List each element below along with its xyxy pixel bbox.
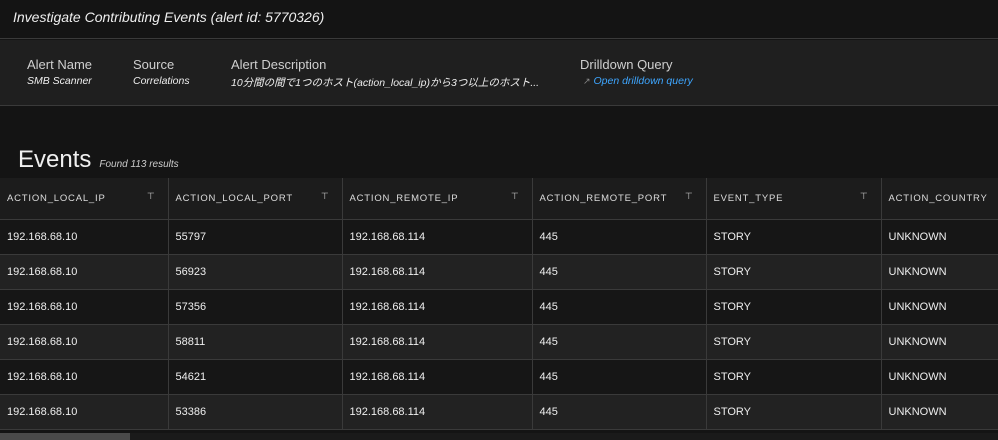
table-cell: UNKNOWN	[881, 394, 998, 430]
alert-name-value: SMB Scanner	[27, 75, 92, 87]
filter-icon[interactable]: ⊤	[321, 191, 330, 202]
external-link-icon: ↗	[583, 76, 591, 86]
table-cell: 445	[532, 394, 707, 430]
filter-icon[interactable]: ⊤	[860, 191, 869, 202]
column-header[interactable]: ACTION_LOCAL_IP ⊤	[0, 178, 169, 220]
alert-info-panel: Alert Name SMB Scanner Source Correlatio…	[0, 40, 998, 106]
table-cell: 192.168.68.10	[0, 394, 169, 430]
table-row[interactable]: 192.168.68.10 57356 192.168.68.114 445 STORY…	[0, 289, 998, 325]
column-header-label: ACTION_COUNTRY	[888, 192, 988, 204]
events-header: Events Found 113 results	[18, 146, 179, 174]
table-cell: 445	[532, 219, 707, 255]
table-cell: STORY	[706, 289, 882, 325]
table-cell: UNKNOWN	[881, 254, 998, 290]
table-row[interactable]: 192.168.68.10 55797 192.168.68.114 445 STORY…	[0, 219, 998, 255]
table-cell: 445	[532, 324, 707, 360]
column-header-label: ACTION_LOCAL_PORT	[175, 192, 293, 204]
table-cell: 192.168.68.114	[342, 324, 533, 360]
table-cell: UNKNOWN	[881, 219, 998, 255]
table-cell: 58811	[168, 324, 343, 360]
filter-icon[interactable]: ⊤	[511, 191, 520, 202]
table-cell: STORY	[706, 394, 882, 430]
table-cell: STORY	[706, 324, 882, 360]
results-count: Found 113 results	[99, 159, 179, 170]
table-cell: STORY	[706, 359, 882, 395]
column-header-label: ACTION_LOCAL_IP	[7, 192, 106, 204]
column-header-label: ACTION_REMOTE_IP	[349, 192, 459, 204]
table-cell: 53386	[168, 394, 343, 430]
table-cell: 57356	[168, 289, 343, 325]
scrollbar-thumb[interactable]	[0, 433, 130, 440]
table-cell: UNKNOWN	[881, 324, 998, 360]
column-header[interactable]: ACTION_REMOTE_PORT ⊤	[532, 178, 707, 220]
table-cell: 445	[532, 254, 707, 290]
alert-description-value: 10分間の間で1つのホスト(action_local_ip)から3つ以上のホスト…	[231, 77, 540, 89]
filter-icon[interactable]: ⊤	[147, 191, 156, 202]
alert-name-label: Alert Name	[27, 57, 93, 72]
alert-description-field: Alert Description 10分間の間で1つのホスト(action_l…	[231, 57, 539, 90]
table-cell: 55797	[168, 219, 343, 255]
table-cell: 192.168.68.10	[0, 324, 169, 360]
table-cell: 192.168.68.10	[0, 219, 169, 255]
column-header[interactable]: EVENT_TYPE ⊤	[706, 178, 882, 220]
drilldown-label: Drilldown Query	[580, 57, 673, 72]
source-label: Source	[133, 57, 175, 72]
column-header[interactable]: ACTION_LOCAL_PORT ⊤	[168, 178, 343, 220]
table-cell: STORY	[706, 219, 882, 255]
table-cell: 192.168.68.10	[0, 254, 169, 290]
table-cell: 445	[532, 289, 707, 325]
column-header-label: EVENT_TYPE	[713, 192, 784, 204]
table-row[interactable]: 192.168.68.10 53386 192.168.68.114 445 STORY…	[0, 394, 998, 430]
table-cell: 192.168.68.114	[342, 394, 533, 430]
table-cell: 192.168.68.114	[342, 359, 533, 395]
table-cell: 192.168.68.10	[0, 289, 169, 325]
table-cell: 54621	[168, 359, 343, 395]
table-cell: UNKNOWN	[881, 359, 998, 395]
table-row[interactable]: 192.168.68.10 58811 192.168.68.114 445 STORY…	[0, 324, 998, 360]
table-cell: UNKNOWN	[881, 289, 998, 325]
table-cell: STORY	[706, 254, 882, 290]
events-heading: Events	[18, 146, 92, 173]
dialog-title: Investigate Contributing Events (alert i…	[0, 0, 998, 39]
column-header[interactable]: ACTION_COUNTRY	[881, 178, 998, 220]
horizontal-scrollbar[interactable]	[0, 433, 998, 440]
filter-icon[interactable]: ⊤	[685, 191, 694, 202]
drilldown-field: Drilldown Query ↗ Open drilldown query	[580, 57, 693, 87]
table-cell: 192.168.68.10	[0, 359, 169, 395]
alert-name-field: Alert Name SMB Scanner	[27, 57, 92, 87]
source-field: Source Correlations	[133, 57, 190, 87]
column-header-label: ACTION_REMOTE_PORT	[539, 192, 668, 204]
table-cell: 56923	[168, 254, 343, 290]
table-cell: 445	[532, 359, 707, 395]
table-cell: 192.168.68.114	[342, 254, 533, 290]
open-drilldown-link[interactable]: Open drilldown query	[593, 75, 692, 87]
alert-description-label: Alert Description	[231, 57, 327, 72]
table-row[interactable]: 192.168.68.10 54621 192.168.68.114 445 STORY…	[0, 359, 998, 395]
events-table: ACTION_LOCAL_IP ⊤ ACTION_LOCAL_PORT ⊤ ACTION…	[0, 178, 998, 430]
source-value: Correlations	[133, 75, 190, 87]
table-cell: 192.168.68.114	[342, 219, 533, 255]
table-cell: 192.168.68.114	[342, 289, 533, 325]
table-row[interactable]: 192.168.68.10 56923 192.168.68.114 445 STORY…	[0, 254, 998, 290]
column-header[interactable]: ACTION_REMOTE_IP ⊤	[342, 178, 533, 220]
